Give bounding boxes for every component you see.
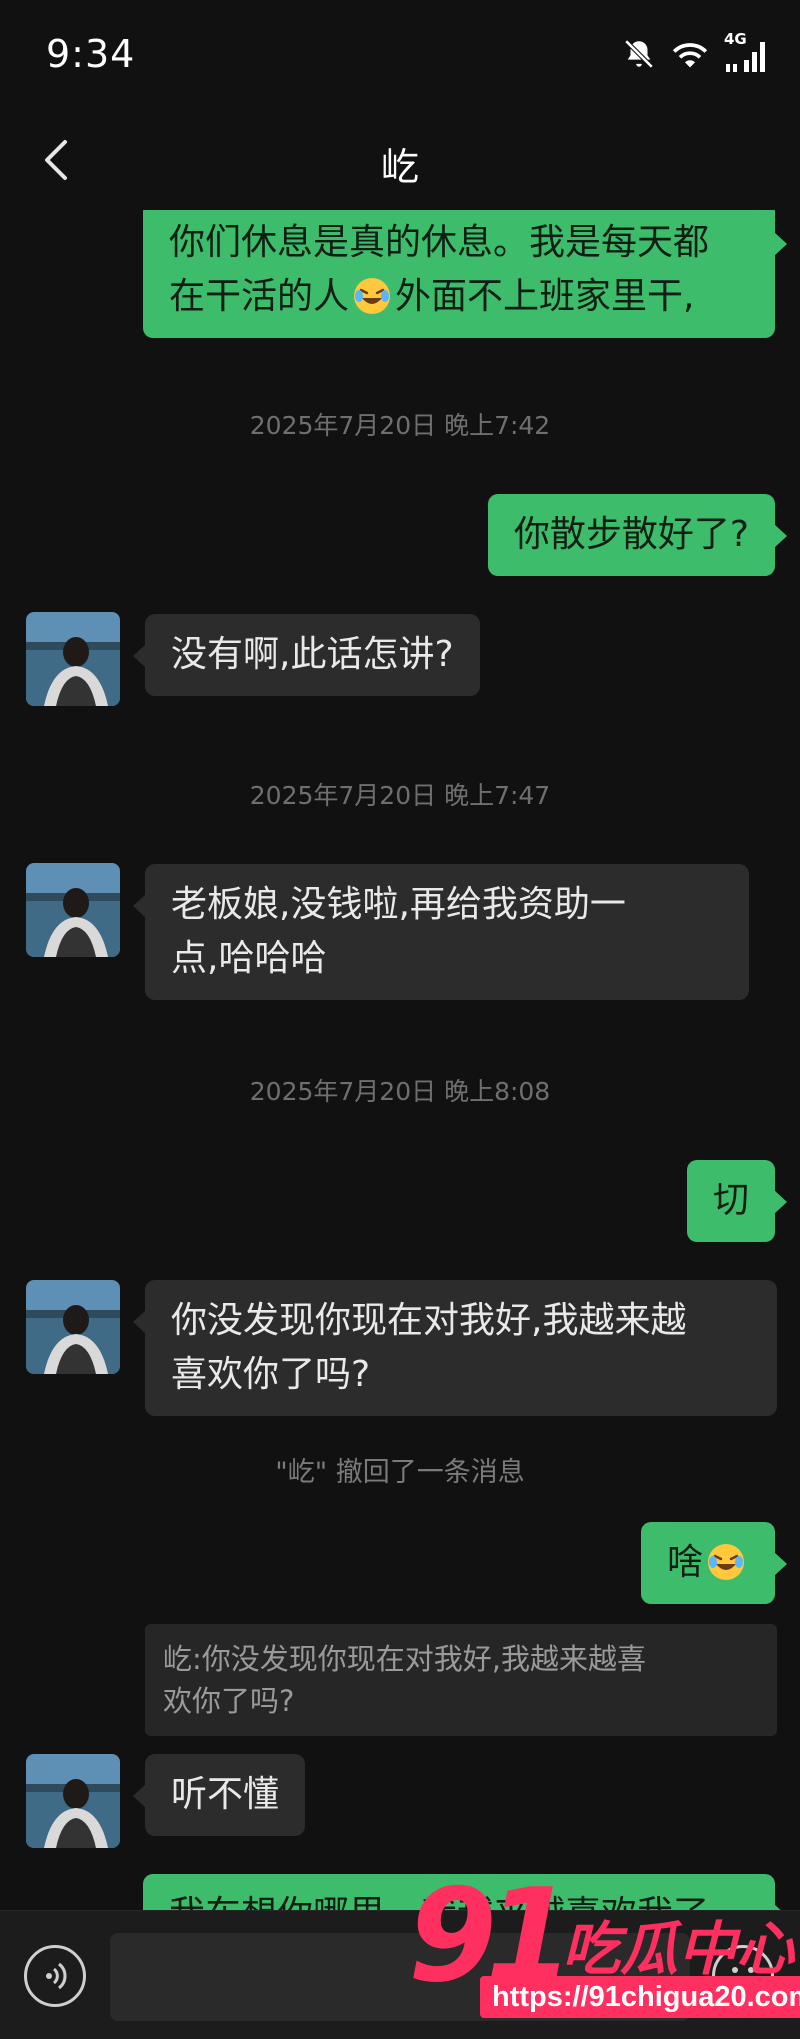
contact-avatar[interactable]: [26, 1754, 120, 1848]
message-text: 你们休息是真的休息。我是每天都: [169, 222, 710, 263]
message-text: 你没发现你现在对我好,我越来越: [171, 1300, 687, 1341]
laughing-crying-emoji-icon: [354, 278, 391, 314]
message-bubble-outgoing[interactable]: 啥: [640, 1522, 788, 1604]
message-text: 在干活的人 外面不上班家里干,: [169, 270, 749, 324]
message-bubble-outgoing[interactable]: 你散步散好了?: [487, 494, 788, 576]
quoted-message[interactable]: 屹:你没发现你现在对我好,我越来越喜 欢你了吗?: [145, 1624, 777, 1736]
contact-avatar[interactable]: [26, 612, 120, 706]
wifi-icon: [672, 43, 708, 68]
contact-avatar[interactable]: [26, 1280, 120, 1374]
message-bubble-outgoing[interactable]: 切: [686, 1160, 788, 1242]
message-input-bar: [0, 1910, 800, 2039]
recall-notice: "屹" 撤回了一条消息: [275, 1457, 525, 1488]
message-text: 老板娘,没钱啦,再给我资助一: [171, 884, 626, 925]
message-text: 点,哈哈哈: [171, 938, 327, 979]
status-icons: 4G: [622, 30, 770, 74]
voice-icon: [46, 1962, 67, 1990]
status-time: 9:34: [46, 32, 136, 76]
contact-avatar[interactable]: [26, 863, 120, 957]
timestamp: 2025年7月20日 晚上7:47: [249, 781, 551, 810]
chat-header: 屹: [0, 110, 800, 210]
laughing-crying-emoji-icon: [708, 1544, 744, 1580]
chat-messages[interactable]: 你们休息是真的休息。我是每天都 在干活的人 外面不上班家里干, 2025年7月20…: [0, 210, 800, 1910]
message-text: 没有啊,此话怎讲?: [171, 634, 454, 675]
message-bubble-incoming[interactable]: 老板娘,没钱啦,再给我资助一 点,哈哈哈: [133, 864, 749, 1000]
message-text: 喜欢你了吗?: [171, 1354, 371, 1395]
message-text-part: 在干活的人: [169, 276, 350, 317]
message-bubble-incoming[interactable]: 你没发现你现在对我好,我越来越 喜欢你了吗?: [133, 1280, 777, 1416]
message-text: 啥: [666, 1542, 703, 1583]
emoji-button[interactable]: [712, 1945, 774, 2007]
message-bubble-incoming[interactable]: 没有啊,此话怎讲?: [133, 614, 480, 696]
message-bubble-outgoing[interactable]: 你们休息是真的休息。我是每天都 在干活的人 外面不上班家里干,: [143, 210, 787, 338]
cellular-signal: 4G: [724, 30, 770, 74]
timestamp: 2025年7月20日 晚上8:08: [249, 1077, 551, 1106]
status-bar: 9:34 4G: [0, 0, 800, 110]
quote-text: 屹:你没发现你现在对我好,我越来越喜: [163, 1642, 646, 1676]
chat-title: 屹: [380, 145, 419, 189]
smiley-icon: [730, 1967, 756, 1988]
message-text-input[interactable]: [110, 1933, 690, 2021]
timestamp: 2025年7月20日 晚上7:42: [249, 411, 551, 440]
signal-bars-icon: [726, 42, 765, 72]
message-text: 切: [712, 1180, 749, 1221]
message-bubble-outgoing[interactable]: 我车想你哪里，我越来越喜欢我了: [143, 1874, 787, 1910]
bell-muted-icon: [624, 39, 654, 69]
message-text: 听不懂: [171, 1774, 280, 1815]
voice-input-button[interactable]: [24, 1945, 86, 2007]
message-text: 我车想你哪里，我越来越喜欢我了: [169, 1894, 709, 1910]
message-text-part: 外面不上班家里干,: [395, 276, 695, 317]
message-bubble-incoming[interactable]: 听不懂: [132, 1754, 306, 1836]
message-text: 你散步散好了?: [513, 514, 749, 555]
quote-text: 欢你了吗?: [163, 1684, 295, 1718]
